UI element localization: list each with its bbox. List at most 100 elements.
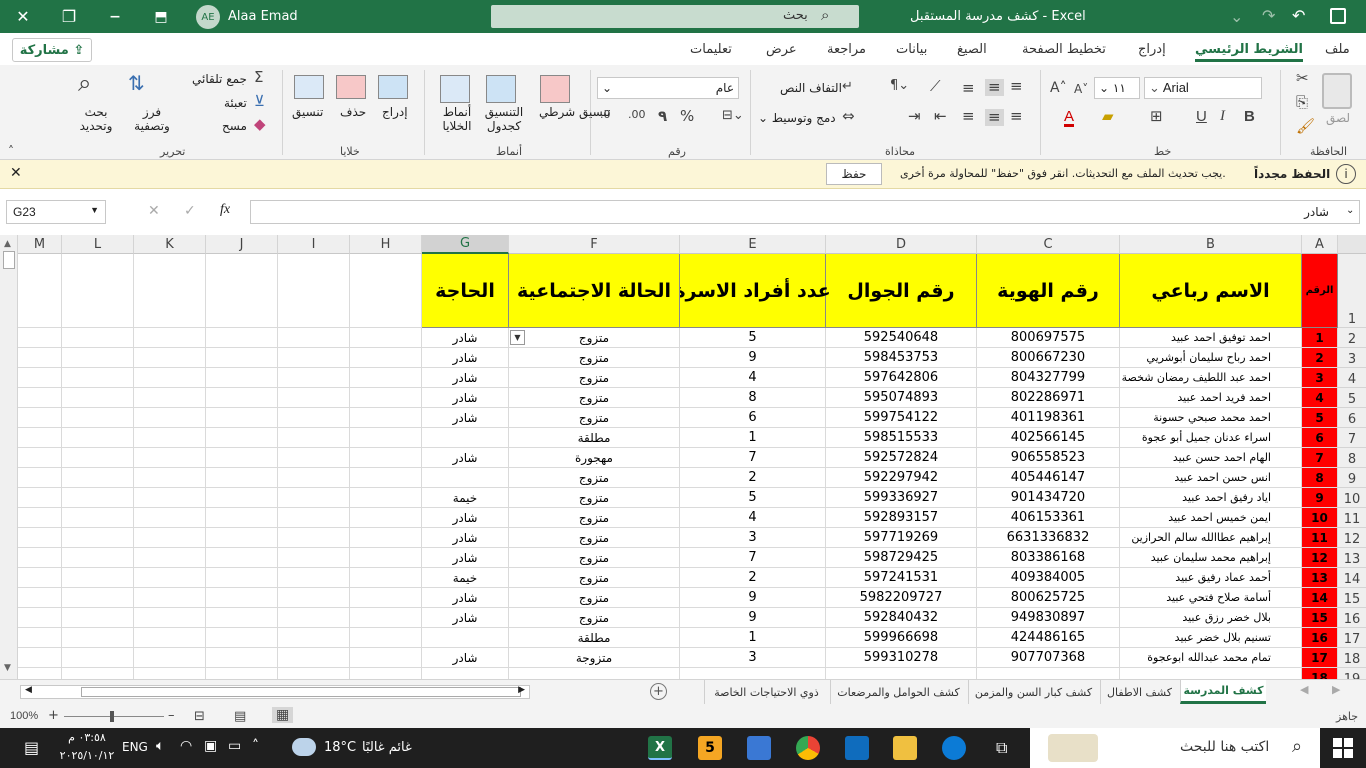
underline-icon[interactable]: U: [1196, 109, 1207, 124]
column-header-G[interactable]: G: [422, 235, 509, 254]
cell-B11[interactable]: ايمن خميس احمد عبيد: [1120, 508, 1302, 528]
name-box[interactable]: G23 ▼: [6, 200, 106, 224]
cell-A13[interactable]: 12: [1302, 548, 1338, 568]
fill-icon[interactable]: ⊻: [254, 94, 265, 109]
column-header-F[interactable]: F: [509, 235, 680, 254]
empty-cell[interactable]: [206, 648, 278, 668]
empty-cell[interactable]: [18, 448, 62, 468]
empty-cell[interactable]: [278, 448, 350, 468]
empty-cell[interactable]: [62, 488, 134, 508]
row-header-16[interactable]: 16: [1338, 608, 1366, 628]
row-header-10[interactable]: 10: [1338, 488, 1366, 508]
cell-D11[interactable]: 592893157: [826, 508, 977, 528]
cell-F11[interactable]: متزوج: [509, 508, 680, 528]
empty-cell[interactable]: [134, 408, 206, 428]
empty-cell[interactable]: [278, 408, 350, 428]
empty-cell[interactable]: [18, 488, 62, 508]
chrome-icon[interactable]: [796, 736, 820, 760]
empty-cell[interactable]: [134, 648, 206, 668]
empty-cell[interactable]: [350, 388, 422, 408]
empty-cell[interactable]: [350, 608, 422, 628]
tray-chevron-icon[interactable]: ˄: [252, 738, 259, 754]
tab-file[interactable]: ملف: [1325, 42, 1350, 57]
empty-cell[interactable]: [350, 428, 422, 448]
empty-cell[interactable]: [350, 368, 422, 388]
cell-E7[interactable]: 1: [680, 428, 826, 448]
cell-C17[interactable]: 424486165: [977, 628, 1120, 648]
clear-icon[interactable]: ◆: [254, 117, 266, 132]
redo-icon[interactable]: ↷: [1262, 6, 1275, 25]
cell-C2[interactable]: 800697575: [977, 328, 1120, 348]
empty-cell[interactable]: [18, 468, 62, 488]
cell-F12[interactable]: متزوج: [509, 528, 680, 548]
column-header-D[interactable]: D: [826, 235, 977, 254]
cell-F14[interactable]: متزوج: [509, 568, 680, 588]
empty-cell[interactable]: [134, 488, 206, 508]
cell-B4[interactable]: احمد عبد اللطيف رمضان شخصة: [1120, 368, 1302, 388]
cell-G6[interactable]: شادر: [422, 408, 509, 428]
scroll-tabs-right-icon[interactable]: ▶: [1332, 683, 1340, 696]
empty-cell[interactable]: [62, 528, 134, 548]
merge-center-button[interactable]: ⌄ دمج وتوسيط: [758, 111, 836, 125]
customize-icon[interactable]: ⌄: [1230, 7, 1243, 26]
row-header-12[interactable]: 12: [1338, 528, 1366, 548]
empty-cell[interactable]: [18, 548, 62, 568]
autosum-button[interactable]: جمع تلقائي: [192, 72, 247, 86]
cell-C16[interactable]: 949830897: [977, 608, 1120, 628]
sheet-tab-special-needs[interactable]: ذوي الاحتياجات الخاصة: [704, 680, 828, 704]
row-header-6[interactable]: 6: [1338, 408, 1366, 428]
cell-D9[interactable]: 592297942: [826, 468, 977, 488]
cell-F9[interactable]: متزوج: [509, 468, 680, 488]
cell-C14[interactable]: 409384005: [977, 568, 1120, 588]
empty-cell[interactable]: [350, 408, 422, 428]
column-header-M[interactable]: M: [18, 235, 62, 254]
header-id[interactable]: رقم الهوية: [977, 254, 1120, 328]
column-header-B[interactable]: B: [1120, 235, 1302, 254]
ribbon-display-icon[interactable]: ⬒: [138, 0, 184, 33]
align-left-icon[interactable]: ≡: [962, 109, 975, 124]
column-header-H[interactable]: H: [350, 235, 422, 254]
empty-cell[interactable]: [134, 528, 206, 548]
format-table-button[interactable]: التنسيق كجدول: [482, 105, 526, 133]
empty-cell[interactable]: [62, 408, 134, 428]
empty-cell[interactable]: [134, 328, 206, 348]
cell-D18[interactable]: 599310278: [826, 648, 977, 668]
conditional-format-button[interactable]: تنسيق شرطي: [539, 105, 610, 119]
empty-cell[interactable]: [62, 348, 134, 368]
row-header-8[interactable]: 8: [1338, 448, 1366, 468]
cell-A9[interactable]: 8: [1302, 468, 1338, 488]
empty-cell[interactable]: [278, 488, 350, 508]
user-name[interactable]: Alaa Emad: [228, 9, 298, 24]
align-middle-icon[interactable]: ≡: [985, 79, 1004, 96]
empty-cell[interactable]: [18, 328, 62, 348]
row-header-1[interactable]: 1: [1338, 254, 1366, 328]
empty-cell[interactable]: [62, 668, 134, 679]
cell-E16[interactable]: 9: [680, 608, 826, 628]
share-button[interactable]: مشاركة ⇪: [12, 38, 92, 62]
empty-cell[interactable]: [350, 254, 422, 328]
tab-page-layout[interactable]: تخطيط الصفحة: [1022, 42, 1106, 57]
cell-F4[interactable]: متزوج: [509, 368, 680, 388]
empty-cell[interactable]: [18, 648, 62, 668]
empty-cell[interactable]: [62, 448, 134, 468]
tab-insert[interactable]: إدراج: [1138, 42, 1166, 57]
empty-cell[interactable]: [18, 428, 62, 448]
empty-cell[interactable]: [18, 408, 62, 428]
vertical-scrollbar[interactable]: ▲ ▼: [0, 235, 18, 679]
comma-icon[interactable]: ۹: [658, 109, 667, 124]
cell-G5[interactable]: شادر: [422, 388, 509, 408]
delete-cells-button[interactable]: حذف: [340, 105, 366, 119]
cell-D8[interactable]: 592572824: [826, 448, 977, 468]
header-mobile[interactable]: رقم الجوال: [826, 254, 977, 328]
cell-C10[interactable]: 901434720: [977, 488, 1120, 508]
align-right-icon[interactable]: ≡: [1010, 109, 1023, 124]
cell-G2[interactable]: شادر: [422, 328, 509, 348]
clear-button[interactable]: مسح: [222, 119, 247, 133]
insert-cells-button[interactable]: إدراج: [382, 105, 408, 119]
save-button[interactable]: حفظ: [826, 163, 882, 185]
empty-cell[interactable]: [278, 648, 350, 668]
cancel-icon[interactable]: ✕: [148, 203, 160, 219]
cell-G9[interactable]: [422, 468, 509, 488]
insert-cells-icon[interactable]: [378, 75, 408, 99]
restore-icon[interactable]: ❐: [46, 0, 92, 33]
